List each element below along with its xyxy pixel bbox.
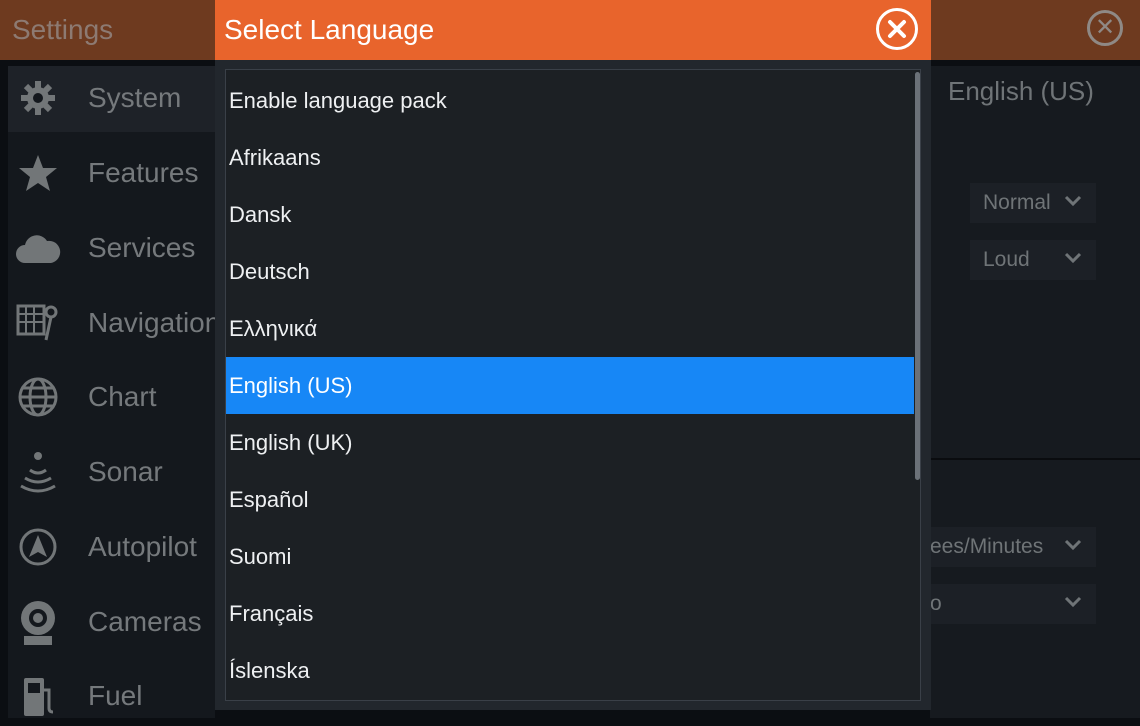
settings-close-icon[interactable]: ✕ [1087,10,1123,46]
close-icon[interactable] [876,8,918,50]
sidebar-item-services[interactable]: Services [8,218,228,278]
camera-icon [8,598,68,646]
sidebar-item-chart[interactable]: Chart [8,367,228,427]
dialog-header: Select Language [215,0,931,60]
sidebar-item-features[interactable]: Features [8,143,228,203]
language-item[interactable]: English (UK) [226,414,914,471]
sidebar-item-label: Navigation [88,307,221,338]
sidebar-item-label: Autopilot [88,531,197,562]
language-item[interactable]: Íslenska [226,642,914,699]
language-list[interactable]: Íslenska Français Suomi Español English (UK)… [225,69,921,701]
sidebar-item-label: Features [88,157,199,188]
language-setting-value: English (US) [948,76,1094,106]
gear-icon [8,78,68,118]
navigation-icon [8,302,68,344]
sidebar-item-system[interactable]: System [8,68,228,128]
language-item[interactable]: Ελληνικά [226,300,914,357]
sidebar-item-fuel[interactable]: Fuel [8,666,228,726]
settings-title: Settings [12,14,114,45]
chevron-down-icon [1064,190,1082,218]
dropdown-value: Loud [983,248,1030,271]
sidebar-item-label: System [88,82,182,113]
language-item[interactable]: Suomi [226,528,914,585]
language-item[interactable]: Français [226,585,914,642]
sidebar-item-label: Cameras [88,606,202,637]
dropdown-loud[interactable]: Loud [970,240,1096,280]
language-item-selected[interactable]: English (US) [226,357,914,414]
cloud-icon [8,231,68,265]
language-item[interactable]: Deutsch [226,243,914,300]
scrollbar-thumb[interactable] [915,72,920,480]
select-language-dialog: Select Language Íslenska Français Suomi Esp… [215,0,931,710]
language-item[interactable]: Enable language pack [226,72,914,129]
sidebar-item-label: Sonar [88,456,163,487]
fuel-pump-icon [8,674,68,718]
sidebar-item-label: Chart [88,381,157,412]
sidebar-item-autopilot[interactable]: Autopilot [8,517,228,577]
chevron-down-icon [1064,534,1082,562]
sidebar-item-cameras[interactable]: Cameras [8,592,228,652]
autopilot-icon [8,526,68,568]
globe-icon [8,376,68,418]
sidebar-item-sonar[interactable]: Sonar [8,442,228,502]
dropdown-other[interactable]: o [930,584,1096,624]
dialog-title: Select Language [224,14,435,45]
dropdown-coordinates[interactable]: ees/Minutes [930,527,1096,567]
sidebar-item-label: Services [88,232,196,263]
dropdown-value: ees/Minutes [930,535,1044,558]
star-icon [8,153,68,193]
dropdown-normal[interactable]: Normal [970,183,1096,223]
divider [930,458,1140,460]
language-item[interactable]: Afrikaans [226,129,914,186]
dropdown-value: Normal [983,191,1051,214]
language-item[interactable]: Español [226,471,914,528]
chevron-down-icon [1064,247,1082,275]
sidebar-item-label: Fuel [88,680,143,711]
language-item[interactable]: Dansk [226,186,914,243]
sidebar-item-navigation[interactable]: Navigation [8,293,228,353]
sonar-icon [8,450,68,494]
dropdown-value: o [930,592,942,615]
chevron-down-icon [1064,591,1082,619]
